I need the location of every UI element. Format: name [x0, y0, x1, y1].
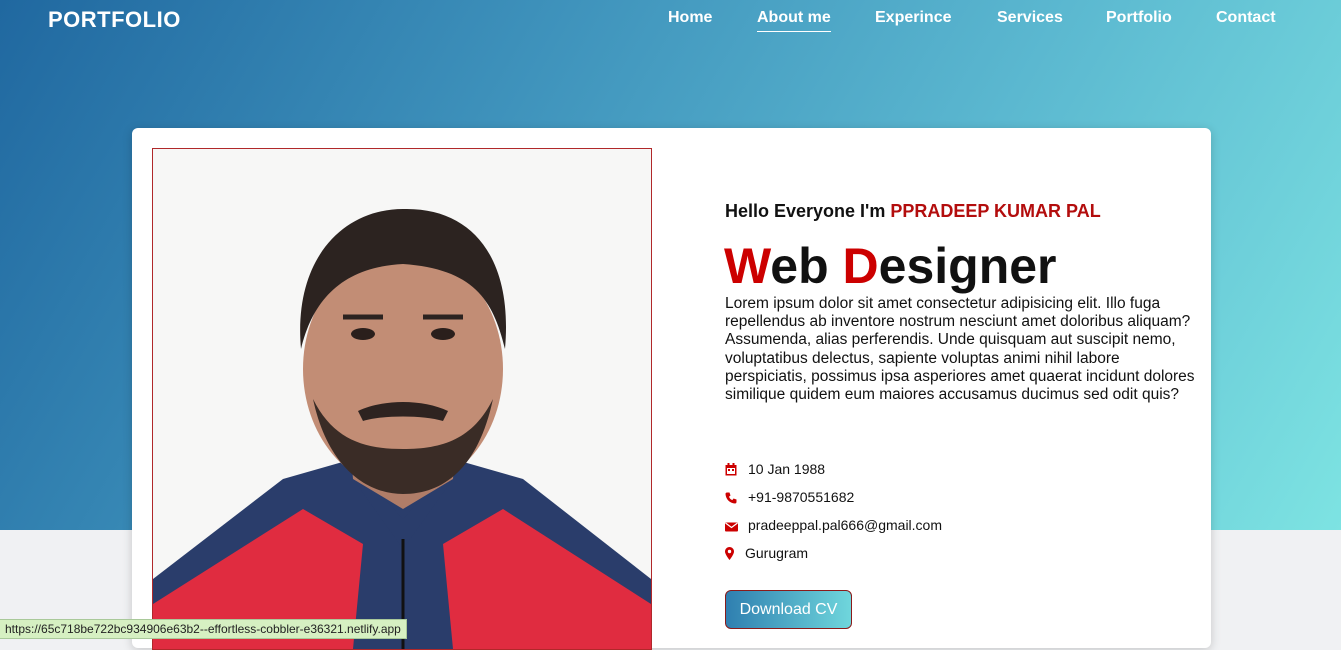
nav-experience[interactable]: Experince	[875, 9, 951, 31]
nav-services[interactable]: Services	[997, 9, 1063, 31]
role-title: Web Designer	[724, 238, 1057, 294]
bio-text: Lorem ipsum dolor sit amet consectetur a…	[725, 295, 1195, 404]
main-nav: Home About me Experince Services Portfol…	[0, 9, 1341, 39]
title-letter-w: W	[724, 238, 771, 294]
title-letter-d: D	[842, 238, 879, 294]
profile-photo	[152, 148, 652, 650]
nav-home[interactable]: Home	[668, 9, 712, 31]
map-marker-icon	[725, 547, 736, 563]
person-name: PPRADEEP KUMAR PAL	[890, 201, 1101, 221]
title-part-2: esigner	[878, 238, 1057, 294]
status-bar-url: https://65c718be722bc934906e63b2--effort…	[0, 619, 407, 639]
nav-portfolio[interactable]: Portfolio	[1106, 9, 1172, 31]
nav-about-me[interactable]: About me	[757, 9, 831, 32]
info-birthdate: 10 Jan 1988	[725, 461, 825, 479]
info-email-text: pradeeppal.pal666@gmail.com	[748, 517, 942, 533]
info-phone: +91-9870551682	[725, 489, 854, 507]
nav-contact[interactable]: Contact	[1216, 9, 1276, 31]
info-birthdate-text: 10 Jan 1988	[748, 461, 826, 477]
calendar-icon	[725, 463, 739, 479]
info-location-text: Gurugram	[745, 545, 809, 561]
phone-icon	[725, 491, 739, 507]
greeting-prefix: Hello Everyone I'm	[725, 201, 891, 221]
title-part-1: eb	[770, 238, 843, 294]
download-cv-button[interactable]: Download CV	[725, 590, 852, 629]
info-email: pradeeppal.pal666@gmail.com	[725, 517, 942, 535]
envelope-icon	[725, 519, 739, 535]
info-phone-text: +91-9870551682	[748, 489, 855, 505]
info-location: Gurugram	[725, 545, 808, 563]
greeting: Hello Everyone I'm PPRADEEP KUMAR PAL	[725, 201, 1101, 222]
